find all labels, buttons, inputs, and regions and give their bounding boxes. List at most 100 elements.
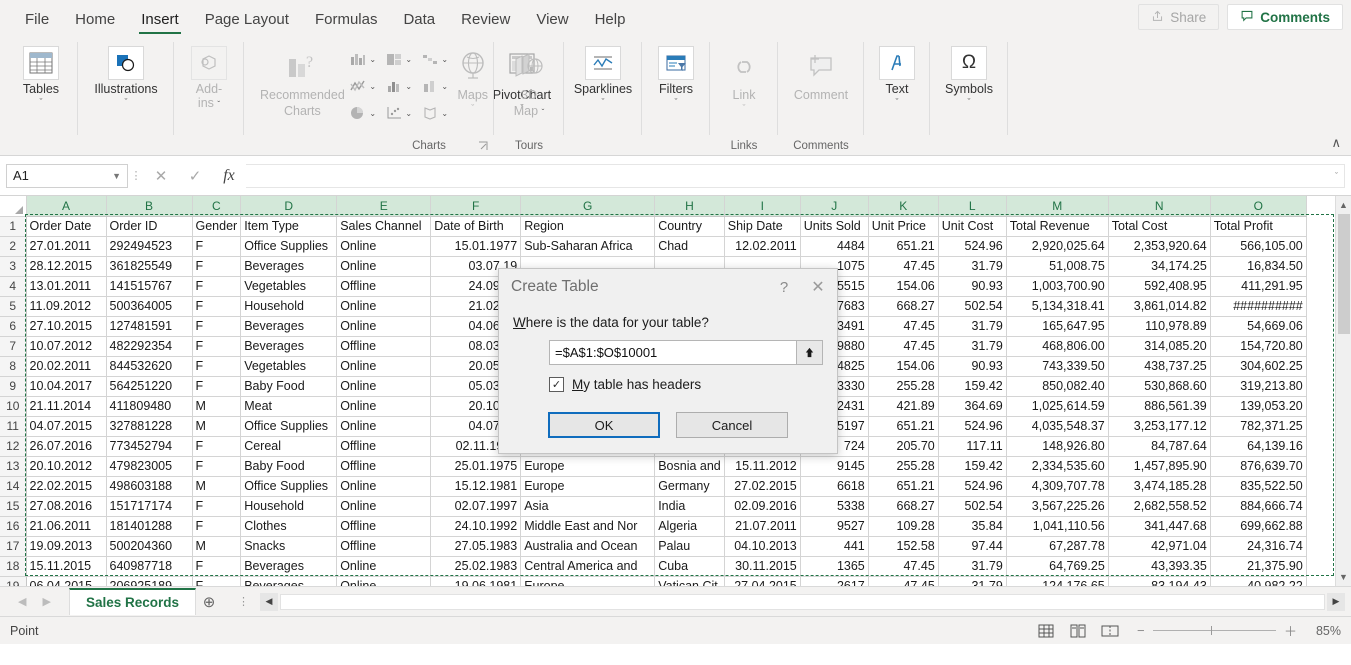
cell-N16[interactable]: 341,447.68 xyxy=(1108,516,1210,536)
hscroll-left-arrow[interactable]: ◀ xyxy=(260,593,278,611)
cell-N18[interactable]: 43,393.35 xyxy=(1108,556,1210,576)
cell-A5[interactable]: 11.09.2012 xyxy=(26,296,106,316)
cell-D18[interactable]: Beverages xyxy=(241,556,337,576)
cell-C19[interactable]: F xyxy=(192,576,241,586)
scroll-down-arrow[interactable]: ▼ xyxy=(1339,569,1348,585)
cell-A18[interactable]: 15.11.2015 xyxy=(26,556,106,576)
cell-G19[interactable]: Europe xyxy=(521,576,655,586)
col-header-D[interactable]: D xyxy=(241,196,337,216)
scroll-up-arrow[interactable]: ▲ xyxy=(1339,197,1348,213)
tables-button[interactable]: Tables ˇ xyxy=(10,42,72,108)
col-header-F[interactable]: F xyxy=(431,196,521,216)
cell-M7[interactable]: 468,806.00 xyxy=(1006,336,1108,356)
cell-H14[interactable]: Germany xyxy=(655,476,725,496)
cell-J17[interactable]: 441 xyxy=(800,536,868,556)
cell-M2[interactable]: 2,920,025.64 xyxy=(1006,236,1108,256)
row-header-5[interactable]: 5 xyxy=(0,296,26,316)
cell-K7[interactable]: 47.45 xyxy=(868,336,938,356)
cell-H13[interactable]: Bosnia and xyxy=(655,456,725,476)
cell-O4[interactable]: 411,291.95 xyxy=(1210,276,1306,296)
cell-A11[interactable]: 04.07.2015 xyxy=(26,416,106,436)
cell-D14[interactable]: Office Supplies xyxy=(241,476,337,496)
cell-A4[interactable]: 13.01.2011 xyxy=(26,276,106,296)
cell-A7[interactable]: 10.07.2012 xyxy=(26,336,106,356)
vertical-scroll-thumb[interactable] xyxy=(1338,214,1350,334)
cell-K17[interactable]: 152.58 xyxy=(868,536,938,556)
cell-D13[interactable]: Baby Food xyxy=(241,456,337,476)
cell-E9[interactable]: Online xyxy=(337,376,431,396)
page-layout-view-icon[interactable] xyxy=(1069,623,1087,639)
cell-N6[interactable]: 110,978.89 xyxy=(1108,316,1210,336)
cell-I15[interactable]: 02.09.2016 xyxy=(724,496,800,516)
cell-N13[interactable]: 1,457,895.90 xyxy=(1108,456,1210,476)
sheet-next-icon[interactable]: ▶ xyxy=(42,595,50,608)
tab-page-layout[interactable]: Page Layout xyxy=(192,2,302,36)
row-header-13[interactable]: 13 xyxy=(0,456,26,476)
cell-L18[interactable]: 31.79 xyxy=(938,556,1006,576)
col-header-M[interactable]: M xyxy=(1006,196,1108,216)
bar-chart-button[interactable]: ⌄ xyxy=(381,73,417,99)
cell-B17[interactable]: 500204360 xyxy=(106,536,192,556)
col-header-E[interactable]: E xyxy=(337,196,431,216)
cell-E18[interactable]: Online xyxy=(337,556,431,576)
cell-A1[interactable]: Order Date xyxy=(26,216,106,236)
cell-G2[interactable]: Sub-Saharan Africa xyxy=(521,236,655,256)
cell-G1[interactable]: Region xyxy=(521,216,655,236)
cell-O16[interactable]: 699,662.88 xyxy=(1210,516,1306,536)
cell-M14[interactable]: 4,309,707.78 xyxy=(1006,476,1108,496)
cell-H16[interactable]: Algeria xyxy=(655,516,725,536)
waterfall-chart-button[interactable]: ⌄ xyxy=(417,46,453,72)
cell-K5[interactable]: 668.27 xyxy=(868,296,938,316)
page-break-preview-icon[interactable] xyxy=(1101,623,1119,639)
cell-F18[interactable]: 25.02.1983 xyxy=(431,556,521,576)
tab-view[interactable]: View xyxy=(523,2,581,36)
cell-E7[interactable]: Offline xyxy=(337,336,431,356)
illustrations-button[interactable]: Illustrations ˇ xyxy=(84,42,168,108)
horizontal-scrollbar[interactable]: ⋮ ◀ ▶ xyxy=(222,591,1351,613)
cell-C17[interactable]: M xyxy=(192,536,241,556)
cell-N15[interactable]: 2,682,558.52 xyxy=(1108,496,1210,516)
formula-bar-expand-icon[interactable]: ˇ xyxy=(1335,171,1338,181)
cell-O18[interactable]: 21,375.90 xyxy=(1210,556,1306,576)
col-header-B[interactable]: B xyxy=(106,196,192,216)
cell-N10[interactable]: 886,561.39 xyxy=(1108,396,1210,416)
cell-D16[interactable]: Clothes xyxy=(241,516,337,536)
cell-J19[interactable]: 2617 xyxy=(800,576,868,586)
row-header-15[interactable]: 15 xyxy=(0,496,26,516)
cell-C10[interactable]: M xyxy=(192,396,241,416)
row-header-11[interactable]: 11 xyxy=(0,416,26,436)
cell-K2[interactable]: 651.21 xyxy=(868,236,938,256)
cell-B1[interactable]: Order ID xyxy=(106,216,192,236)
cell-O11[interactable]: 782,371.25 xyxy=(1210,416,1306,436)
cell-B3[interactable]: 361825549 xyxy=(106,256,192,276)
cell-D4[interactable]: Vegetables xyxy=(241,276,337,296)
cell-L5[interactable]: 502.54 xyxy=(938,296,1006,316)
cell-O6[interactable]: 54,669.06 xyxy=(1210,316,1306,336)
cell-O14[interactable]: 835,522.50 xyxy=(1210,476,1306,496)
column-chart-button[interactable]: ⌄ xyxy=(345,46,381,72)
cell-I18[interactable]: 30.11.2015 xyxy=(724,556,800,576)
cell-D2[interactable]: Office Supplies xyxy=(241,236,337,256)
cell-K16[interactable]: 109.28 xyxy=(868,516,938,536)
cell-B6[interactable]: 127481591 xyxy=(106,316,192,336)
cell-C12[interactable]: F xyxy=(192,436,241,456)
cell-A12[interactable]: 26.07.2016 xyxy=(26,436,106,456)
col-header-C[interactable]: C xyxy=(192,196,241,216)
pie-chart-button[interactable]: ⌄ xyxy=(345,100,381,126)
maps-button[interactable]: Maps ˇ xyxy=(453,42,493,114)
cell-J13[interactable]: 9145 xyxy=(800,456,868,476)
tab-home[interactable]: Home xyxy=(62,2,128,36)
cell-J2[interactable]: 4484 xyxy=(800,236,868,256)
cell-G16[interactable]: Middle East and Nor xyxy=(521,516,655,536)
cell-B18[interactable]: 640987718 xyxy=(106,556,192,576)
cell-N7[interactable]: 314,085.20 xyxy=(1108,336,1210,356)
name-box[interactable]: A1 ▼ xyxy=(6,164,128,188)
cell-K9[interactable]: 255.28 xyxy=(868,376,938,396)
row-header-17[interactable]: 17 xyxy=(0,536,26,556)
cell-E6[interactable]: Online xyxy=(337,316,431,336)
row-header-19[interactable]: 19 xyxy=(0,576,26,586)
cell-L10[interactable]: 364.69 xyxy=(938,396,1006,416)
cell-L16[interactable]: 35.84 xyxy=(938,516,1006,536)
cell-H17[interactable]: Palau xyxy=(655,536,725,556)
cell-A8[interactable]: 20.02.2011 xyxy=(26,356,106,376)
